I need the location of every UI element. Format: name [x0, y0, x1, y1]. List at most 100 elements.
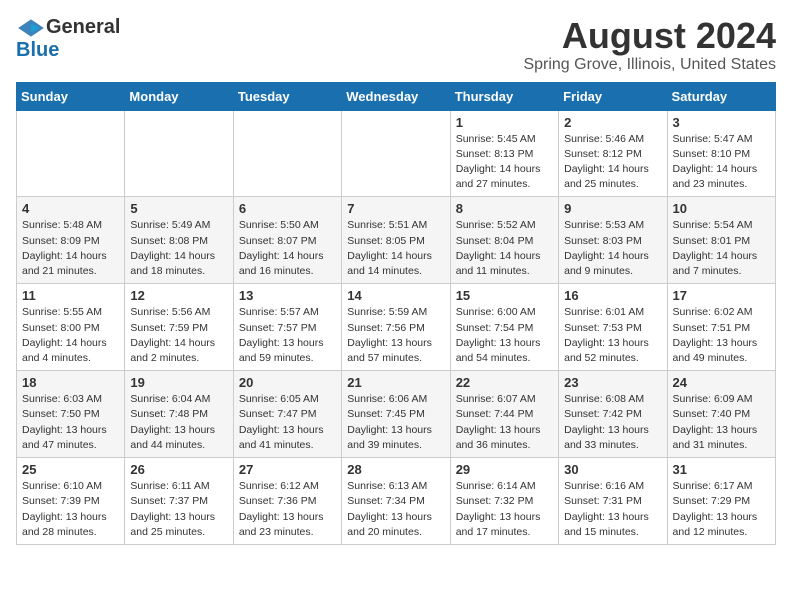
day-info: Sunrise: 6:05 AM Sunset: 7:47 PM Dayligh… [239, 392, 336, 453]
day-info: Sunrise: 6:06 AM Sunset: 7:45 PM Dayligh… [347, 392, 444, 453]
day-number: 19 [130, 375, 227, 390]
day-info: Sunrise: 6:13 AM Sunset: 7:34 PM Dayligh… [347, 479, 444, 540]
day-info: Sunrise: 5:49 AM Sunset: 8:08 PM Dayligh… [130, 218, 227, 279]
day-number: 20 [239, 375, 336, 390]
table-row: 22 Sunrise: 6:07 AM Sunset: 7:44 PM Dayli… [450, 371, 558, 458]
day-number: 4 [22, 201, 119, 216]
day-info: Sunrise: 6:02 AM Sunset: 7:51 PM Dayligh… [673, 305, 770, 366]
logo-blue-text: Blue [16, 39, 59, 62]
table-row: 27Sunrise: 6:12 AM Sunset: 7:36 PM Dayli… [233, 458, 341, 545]
day-number: 7 [347, 201, 444, 216]
day-number: 27 [239, 462, 336, 477]
table-row: 28 Sunrise: 6:13 AM Sunset: 7:34 PM Dayli… [342, 458, 450, 545]
table-row: 4Sunrise: 5:48 AM Sunset: 8:09 PM Daylig… [17, 197, 125, 284]
day-info: Sunrise: 5:51 AM Sunset: 8:05 PM Dayligh… [347, 218, 444, 279]
day-number: 12 [130, 288, 227, 303]
day-number: 1 [456, 115, 553, 130]
col-friday: Friday [559, 82, 667, 110]
day-number: 25 [22, 462, 119, 477]
logo-icon [16, 18, 46, 38]
day-info: Sunrise: 5:46 AM Sunset: 8:12 PM Dayligh… [564, 132, 661, 193]
table-row: 8Sunrise: 5:52 AM Sunset: 8:04 PM Daylig… [450, 197, 558, 284]
day-number: 6 [239, 201, 336, 216]
day-number: 30 [564, 462, 661, 477]
day-number: 16 [564, 288, 661, 303]
table-row: 5 Sunrise: 5:49 AM Sunset: 8:08 PM Daylig… [125, 197, 233, 284]
table-row: 14 Sunrise: 5:59 AM Sunset: 7:56 PM Dayli… [342, 284, 450, 371]
day-number: 5 [130, 201, 227, 216]
day-info: Sunrise: 5:56 AM Sunset: 7:59 PM Dayligh… [130, 305, 227, 366]
table-row [125, 110, 233, 197]
day-info: Sunrise: 6:09 AM Sunset: 7:40 PM Dayligh… [673, 392, 770, 453]
table-row: 19 Sunrise: 6:04 AM Sunset: 7:48 PM Dayli… [125, 371, 233, 458]
table-row: 3 Sunrise: 5:47 AM Sunset: 8:10 PM Daylig… [667, 110, 775, 197]
day-number: 26 [130, 462, 227, 477]
day-info: Sunrise: 6:11 AM Sunset: 7:37 PM Dayligh… [130, 479, 227, 540]
day-info: Sunrise: 6:16 AM Sunset: 7:31 PM Dayligh… [564, 479, 661, 540]
day-info: Sunrise: 5:47 AM Sunset: 8:10 PM Dayligh… [673, 132, 770, 193]
calendar-week-row: 18Sunrise: 6:03 AM Sunset: 7:50 PM Dayli… [17, 371, 776, 458]
logo: General Blue [16, 16, 120, 62]
day-info: Sunrise: 6:10 AM Sunset: 7:39 PM Dayligh… [22, 479, 119, 540]
day-info: Sunrise: 6:03 AM Sunset: 7:50 PM Dayligh… [22, 392, 119, 453]
day-number: 21 [347, 375, 444, 390]
page-header: General Blue August 2024 Spring Grove, I… [16, 16, 776, 74]
day-info: Sunrise: 5:55 AM Sunset: 8:00 PM Dayligh… [22, 305, 119, 366]
day-number: 15 [456, 288, 553, 303]
table-row: 30 Sunrise: 6:16 AM Sunset: 7:31 PM Dayli… [559, 458, 667, 545]
day-number: 11 [22, 288, 119, 303]
col-tuesday: Tuesday [233, 82, 341, 110]
day-number: 3 [673, 115, 770, 130]
table-row: 20 Sunrise: 6:05 AM Sunset: 7:47 PM Dayli… [233, 371, 341, 458]
day-info: Sunrise: 5:53 AM Sunset: 8:03 PM Dayligh… [564, 218, 661, 279]
day-info: Sunrise: 5:57 AM Sunset: 7:57 PM Dayligh… [239, 305, 336, 366]
col-thursday: Thursday [450, 82, 558, 110]
day-info: Sunrise: 6:14 AM Sunset: 7:32 PM Dayligh… [456, 479, 553, 540]
day-number: 24 [673, 375, 770, 390]
table-row: 6 Sunrise: 5:50 AM Sunset: 8:07 PM Daylig… [233, 197, 341, 284]
day-info: Sunrise: 5:59 AM Sunset: 7:56 PM Dayligh… [347, 305, 444, 366]
day-info: Sunrise: 6:07 AM Sunset: 7:44 PM Dayligh… [456, 392, 553, 453]
day-number: 9 [564, 201, 661, 216]
col-monday: Monday [125, 82, 233, 110]
calendar-week-row: 4Sunrise: 5:48 AM Sunset: 8:09 PM Daylig… [17, 197, 776, 284]
day-number: 28 [347, 462, 444, 477]
day-info: Sunrise: 6:01 AM Sunset: 7:53 PM Dayligh… [564, 305, 661, 366]
day-number: 29 [456, 462, 553, 477]
col-wednesday: Wednesday [342, 82, 450, 110]
table-row: 1Sunrise: 5:45 AM Sunset: 8:13 PM Daylig… [450, 110, 558, 197]
table-row: 2Sunrise: 5:46 AM Sunset: 8:12 PM Daylig… [559, 110, 667, 197]
table-row: 12 Sunrise: 5:56 AM Sunset: 7:59 PM Dayli… [125, 284, 233, 371]
day-info: Sunrise: 5:52 AM Sunset: 8:04 PM Dayligh… [456, 218, 553, 279]
calendar-table: Sunday Monday Tuesday Wednesday Thursday… [16, 82, 776, 545]
table-row: 10Sunrise: 5:54 AM Sunset: 8:01 PM Dayli… [667, 197, 775, 284]
calendar-week-row: 25 Sunrise: 6:10 AM Sunset: 7:39 PM Dayli… [17, 458, 776, 545]
day-number: 22 [456, 375, 553, 390]
table-row: 29 Sunrise: 6:14 AM Sunset: 7:32 PM Dayli… [450, 458, 558, 545]
table-row: 23Sunrise: 6:08 AM Sunset: 7:42 PM Dayli… [559, 371, 667, 458]
col-sunday: Sunday [17, 82, 125, 110]
location-subtitle: Spring Grove, Illinois, United States [523, 56, 776, 74]
table-row: 15Sunrise: 6:00 AM Sunset: 7:54 PM Dayli… [450, 284, 558, 371]
table-row: 17Sunrise: 6:02 AM Sunset: 7:51 PM Dayli… [667, 284, 775, 371]
day-info: Sunrise: 5:54 AM Sunset: 8:01 PM Dayligh… [673, 218, 770, 279]
table-row: 7 Sunrise: 5:51 AM Sunset: 8:05 PM Daylig… [342, 197, 450, 284]
col-saturday: Saturday [667, 82, 775, 110]
day-info: Sunrise: 5:50 AM Sunset: 8:07 PM Dayligh… [239, 218, 336, 279]
table-row [342, 110, 450, 197]
table-row: 25 Sunrise: 6:10 AM Sunset: 7:39 PM Dayli… [17, 458, 125, 545]
table-row: 11 Sunrise: 5:55 AM Sunset: 8:00 PM Dayli… [17, 284, 125, 371]
table-row [17, 110, 125, 197]
table-row: 24 Sunrise: 6:09 AM Sunset: 7:40 PM Dayli… [667, 371, 775, 458]
table-row: 26 Sunrise: 6:11 AM Sunset: 7:37 PM Dayli… [125, 458, 233, 545]
table-row: 16 Sunrise: 6:01 AM Sunset: 7:53 PM Dayli… [559, 284, 667, 371]
day-number: 14 [347, 288, 444, 303]
day-info: Sunrise: 6:04 AM Sunset: 7:48 PM Dayligh… [130, 392, 227, 453]
table-row: 18Sunrise: 6:03 AM Sunset: 7:50 PM Dayli… [17, 371, 125, 458]
month-title: August 2024 [523, 16, 776, 56]
calendar-header-row: Sunday Monday Tuesday Wednesday Thursday… [17, 82, 776, 110]
day-info: Sunrise: 6:08 AM Sunset: 7:42 PM Dayligh… [564, 392, 661, 453]
table-row: 31Sunrise: 6:17 AM Sunset: 7:29 PM Dayli… [667, 458, 775, 545]
table-row: 21 Sunrise: 6:06 AM Sunset: 7:45 PM Dayli… [342, 371, 450, 458]
calendar-week-row: 1Sunrise: 5:45 AM Sunset: 8:13 PM Daylig… [17, 110, 776, 197]
